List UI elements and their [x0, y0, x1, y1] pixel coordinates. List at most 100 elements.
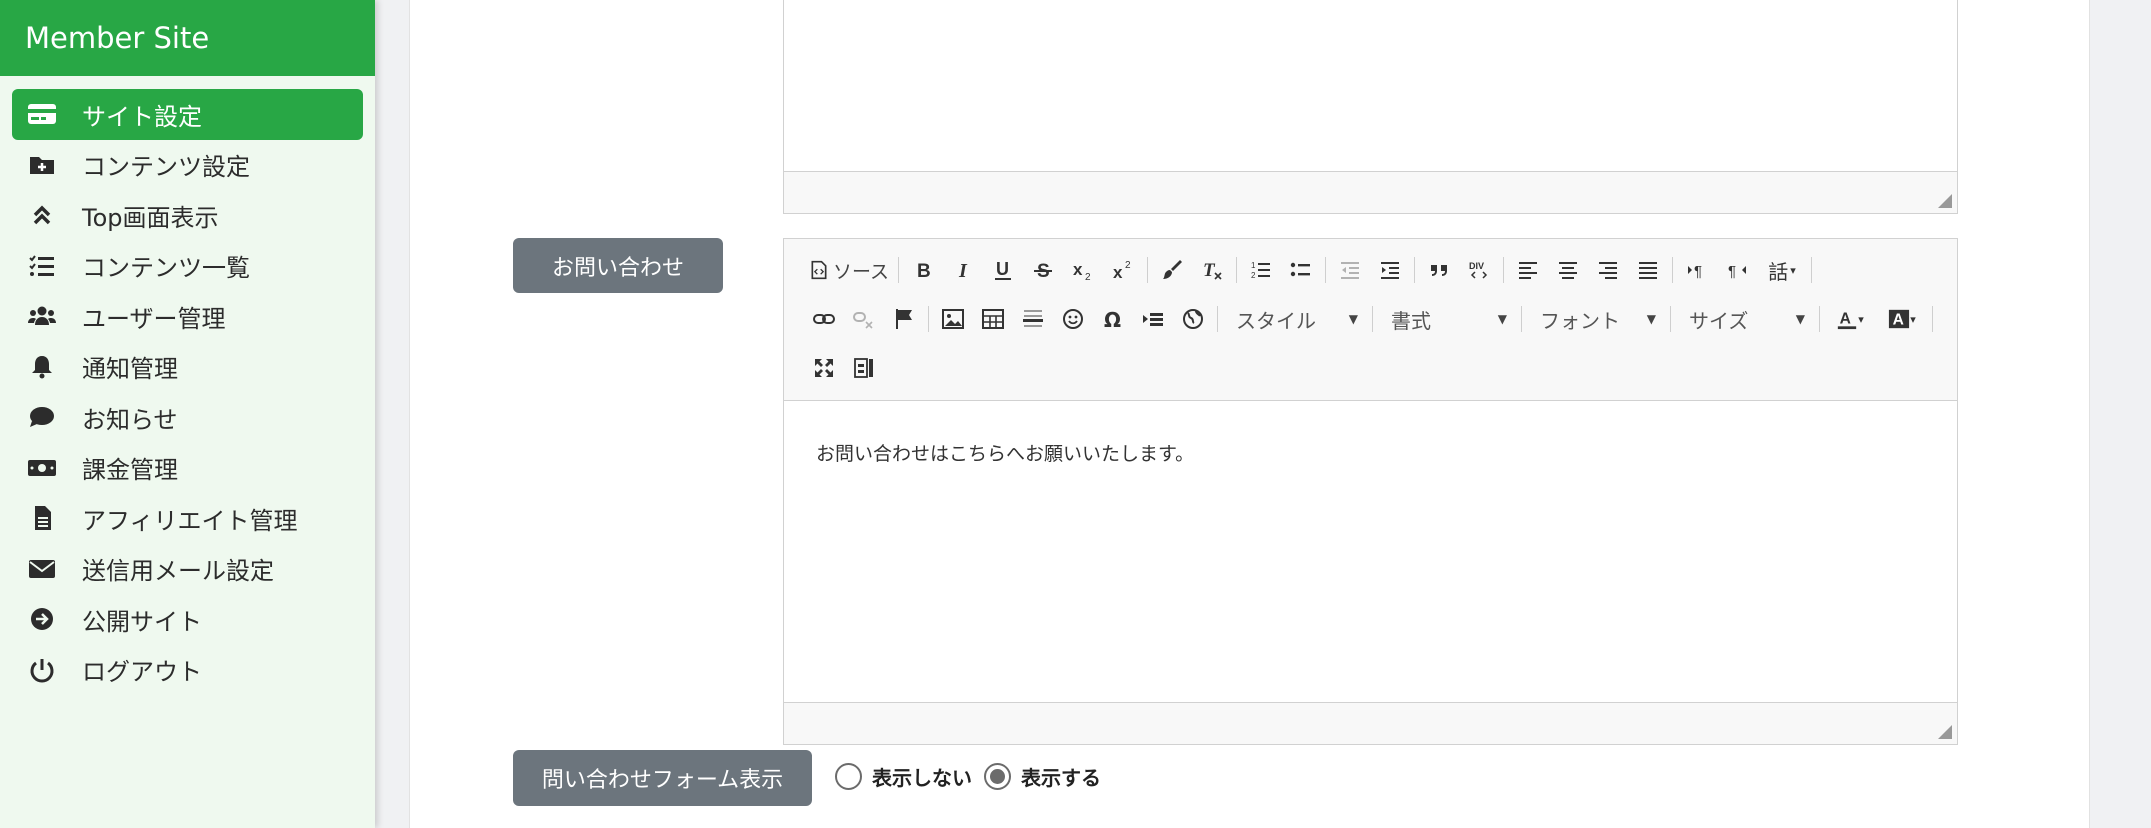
image-button[interactable] [933, 301, 973, 337]
sidebar-item-label: アフィリエイト管理 [82, 506, 298, 535]
special-char-button[interactable]: Ω [1093, 301, 1133, 337]
sidebar-item-mail-settings[interactable]: 送信用メール設定 [12, 544, 363, 595]
bold-icon: B [917, 261, 931, 282]
sidebar-nav: サイト設定 コンテンツ設定 Top画面表示 コンテンツ一覧 ユーザー管理 通知管… [12, 89, 363, 695]
sidebar-item-label: 通知管理 [82, 355, 178, 384]
copy-format-button[interactable] [1152, 252, 1192, 288]
toolbar-separator [1236, 257, 1237, 283]
editor-content-area[interactable] [784, 0, 1957, 170]
svg-text:T: T [1203, 260, 1216, 281]
chevron-down-icon: ▼ [1497, 312, 1507, 326]
style-select[interactable]: スタイル ▼ [1222, 301, 1368, 337]
align-left-button[interactable] [1508, 252, 1548, 288]
bell-icon [24, 352, 60, 382]
italic-button[interactable]: I [943, 252, 983, 288]
globe-icon [1183, 309, 1203, 329]
svg-text:x: x [1113, 263, 1123, 282]
align-center-button[interactable] [1548, 252, 1588, 288]
sidebar-item-notification-management[interactable]: 通知管理 [12, 342, 363, 393]
format-select[interactable]: 書式 ▼ [1377, 301, 1517, 337]
iframe-button[interactable] [1173, 301, 1213, 337]
strikethrough-button[interactable]: S [1023, 252, 1063, 288]
radio-show[interactable] [984, 763, 1011, 790]
link-button[interactable] [804, 301, 844, 337]
sidebar-item-content-settings[interactable]: コンテンツ設定 [12, 140, 363, 191]
sidebar-item-news[interactable]: お知らせ [12, 392, 363, 443]
blockquote-button[interactable] [1419, 252, 1459, 288]
toolbar-separator [1932, 306, 1933, 332]
table-icon [982, 309, 1004, 329]
sidebar-item-affiliate-management[interactable]: アフィリエイト管理 [12, 493, 363, 544]
folder-plus-icon [24, 150, 60, 180]
svg-text:¶: ¶ [1728, 263, 1736, 280]
svg-text:x: x [1073, 260, 1083, 279]
maximize-button[interactable] [804, 350, 844, 386]
align-right-button[interactable] [1588, 252, 1628, 288]
sidebar-item-public-site[interactable]: 公開サイト [12, 594, 363, 645]
link-icon [813, 314, 835, 324]
credit-card-icon [24, 99, 60, 129]
show-blocks-button[interactable] [844, 350, 884, 386]
radio-hide-label[interactable]: 表示しない [872, 762, 972, 791]
editor-content[interactable]: お問い合わせはこちらへお願いいたします。 [816, 439, 1194, 466]
toolbar-separator [1414, 257, 1415, 283]
text-direction-rtl-button[interactable]: ¶ [1717, 252, 1757, 288]
background-color-button[interactable]: A ▾ [1876, 301, 1928, 337]
smiley-button[interactable] [1053, 301, 1093, 337]
increase-indent-button[interactable] [1370, 252, 1410, 288]
source-button[interactable]: ソース [804, 252, 894, 288]
bulleted-list-button[interactable] [1281, 252, 1321, 288]
size-select[interactable]: サイズ ▼ [1675, 301, 1815, 337]
div-container-icon: DIV [1469, 261, 1488, 279]
contact-rich-text-editor: ソース B I U S x2 x2 T 12 DIV ¶ ¶ 話 ▾ Ω スタイ… [783, 238, 1958, 745]
align-justify-button[interactable] [1628, 252, 1668, 288]
numbered-list-button[interactable]: 12 [1241, 252, 1281, 288]
brand-title[interactable]: Member Site [0, 0, 375, 76]
create-div-button[interactable]: DIV [1459, 252, 1499, 288]
paintbrush-icon [1163, 260, 1182, 279]
subscript-button[interactable]: x2 [1063, 252, 1103, 288]
svg-text:2: 2 [1085, 272, 1091, 282]
toolbar-separator [1325, 257, 1326, 283]
decrease-indent-button[interactable] [1330, 252, 1370, 288]
svg-text:B: B [917, 261, 931, 282]
toolbar-separator [928, 306, 929, 332]
toolbar-separator [1811, 257, 1812, 283]
horizontal-rule-button[interactable] [1013, 301, 1053, 337]
anchor-button[interactable] [884, 301, 924, 337]
sidebar-item-logout[interactable]: ログアウト [12, 645, 363, 696]
sidebar-item-billing-management[interactable]: 課金管理 [12, 443, 363, 494]
font-select[interactable]: フォント ▼ [1526, 301, 1666, 337]
sidebar-item-user-management[interactable]: ユーザー管理 [12, 291, 363, 342]
resize-grip-icon[interactable] [1938, 194, 1952, 208]
superscript-button[interactable]: x2 [1103, 252, 1143, 288]
svg-text:I: I [958, 260, 968, 282]
unlink-icon [853, 312, 873, 329]
remove-format-button[interactable]: T [1192, 252, 1232, 288]
table-button[interactable] [973, 301, 1013, 337]
toolbar-separator [1372, 306, 1373, 332]
sidebar-item-site-settings[interactable]: サイト設定 [12, 89, 363, 140]
toolbar-separator [1147, 257, 1148, 283]
text-direction-ltr-button[interactable]: ¶ [1677, 252, 1717, 288]
form-display-label-button[interactable]: 問い合わせフォーム表示 [513, 750, 812, 806]
sidebar-item-content-list[interactable]: コンテンツ一覧 [12, 241, 363, 292]
money-bill-icon [24, 453, 60, 483]
svg-text:DIV: DIV [1469, 261, 1484, 271]
strikethrough-icon: S [1034, 261, 1052, 282]
outdent-icon [1341, 262, 1359, 279]
language-dropdown[interactable]: 話 ▾ [1757, 252, 1807, 288]
radio-show-label[interactable]: 表示する [1021, 762, 1101, 791]
underline-button[interactable]: U [983, 252, 1023, 288]
radio-hide[interactable] [835, 763, 862, 790]
toolbar-row-3 [804, 348, 884, 388]
unlink-button[interactable] [844, 301, 884, 337]
contact-label-button[interactable]: お問い合わせ [513, 238, 723, 293]
sidebar-item-top-display[interactable]: Top画面表示 [12, 190, 363, 241]
page-break-button[interactable] [1133, 301, 1173, 337]
resize-grip-icon[interactable] [1938, 725, 1952, 739]
text-color-button[interactable]: A ▾ [1824, 301, 1876, 337]
background-color-icon: A [1889, 309, 1910, 329]
source-icon [811, 260, 827, 280]
bold-button[interactable]: B [903, 252, 943, 288]
